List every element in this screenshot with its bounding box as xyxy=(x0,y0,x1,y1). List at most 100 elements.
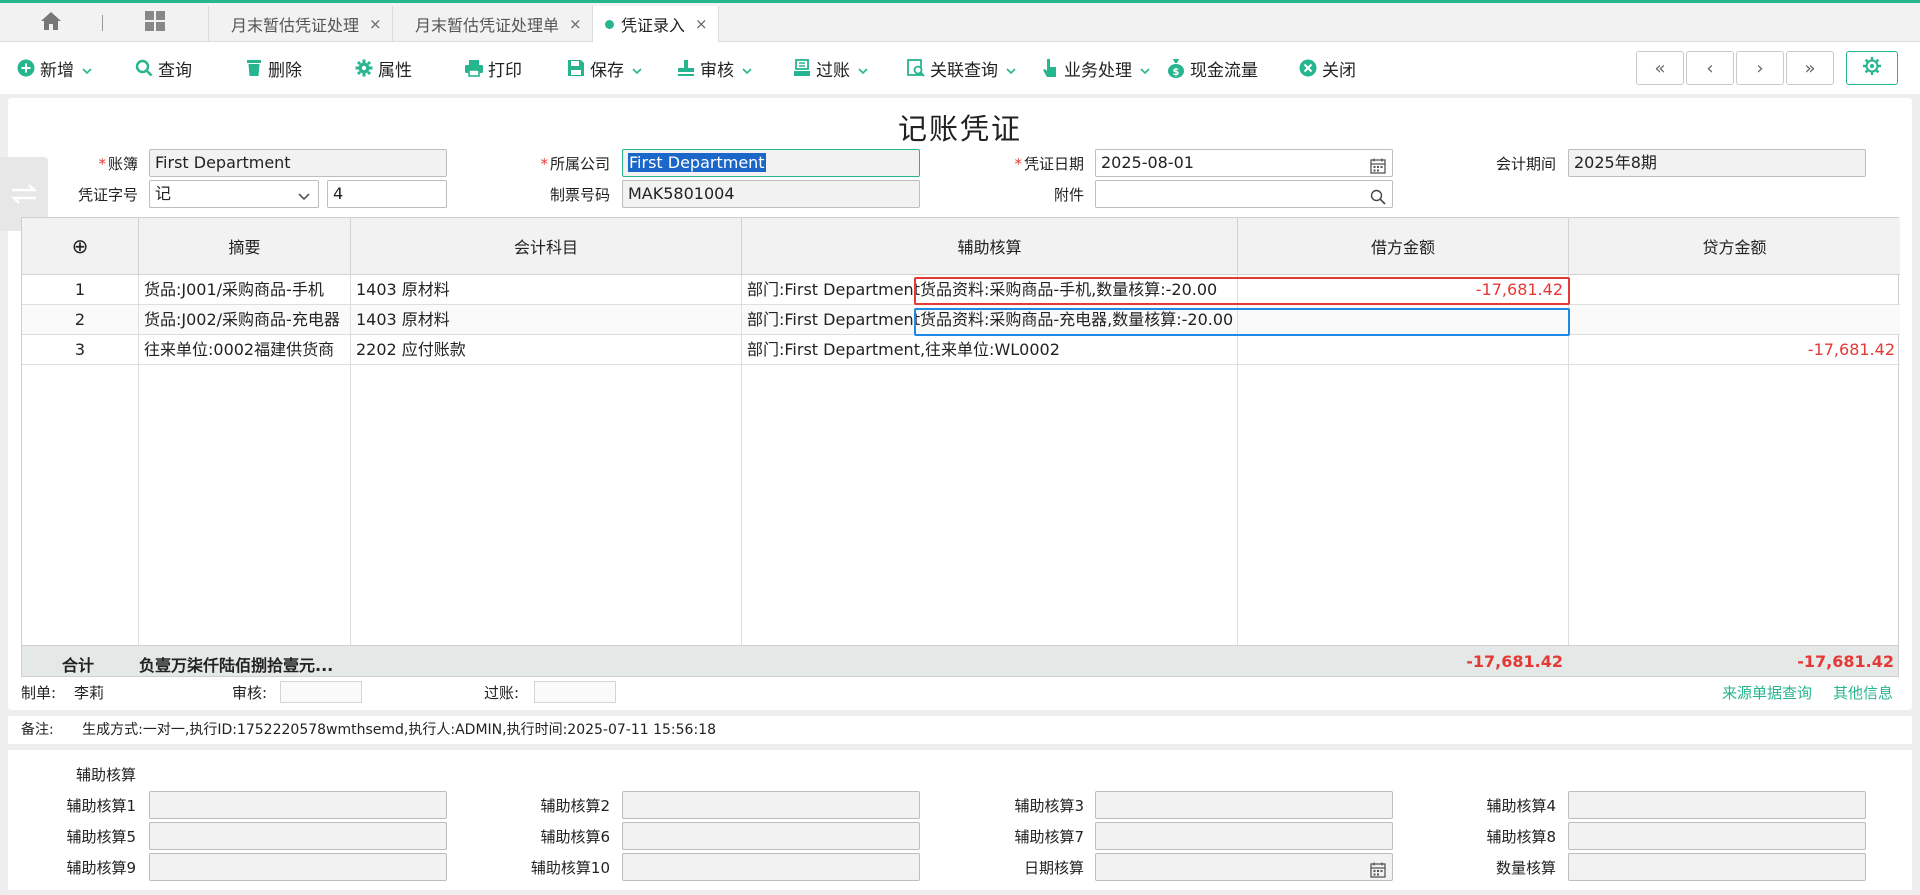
tab-label: 凭证录入 xyxy=(621,16,686,35)
calendar-icon[interactable] xyxy=(1370,156,1386,174)
aux-field-10[interactable] xyxy=(622,853,920,881)
close-icon[interactable]: × xyxy=(695,15,708,33)
voucher-number-field[interactable]: 4 xyxy=(327,180,447,208)
tab-month-end-voucher[interactable]: 月末暂估凭证处理 × xyxy=(208,6,392,42)
close-icon[interactable]: × xyxy=(369,15,382,33)
row-number: 1 xyxy=(22,275,139,305)
header-summary: 摘要 xyxy=(139,218,351,275)
tab-voucher-entry[interactable]: 凭证录入 × xyxy=(592,6,719,42)
aux-field-5[interactable] xyxy=(149,822,447,850)
auxiliary-cell[interactable]: 部门:First Department货品资料:采购商品-充电器,数量核算:-2… xyxy=(742,305,1238,335)
account-cell[interactable]: 1403 原材料 xyxy=(351,275,742,305)
aux-label-9: 辅助核算9 xyxy=(66,859,136,877)
invoice-number-field[interactable]: MAK5801004 xyxy=(622,180,920,208)
chevron-down-icon[interactable] xyxy=(1139,62,1151,75)
money-bag-icon: $ xyxy=(1166,58,1186,78)
search-icon[interactable] xyxy=(1370,187,1386,205)
related-query-button[interactable]: 关联查询 xyxy=(906,54,1017,82)
review-button[interactable]: 审核 xyxy=(676,54,753,82)
calendar-icon[interactable] xyxy=(1370,860,1386,878)
review-label: 审核 xyxy=(700,60,734,81)
query-button[interactable]: 查询 xyxy=(134,54,192,82)
close-label: 关闭 xyxy=(1322,60,1356,81)
voucher-date-field[interactable]: 2025-08-01 xyxy=(1095,149,1393,177)
quantity-accounting-field[interactable] xyxy=(1568,853,1866,881)
aux-label-5: 辅助核算5 xyxy=(66,828,136,846)
company-field[interactable]: First Department xyxy=(622,149,920,177)
business-process-button[interactable]: 业务处理 xyxy=(1040,54,1151,82)
column-divider xyxy=(1568,365,1569,645)
other-info-link[interactable]: 其他信息 xyxy=(1833,682,1893,703)
aux-field-2[interactable] xyxy=(622,791,920,819)
ledger-field[interactable]: First Department xyxy=(149,149,447,177)
home-icon[interactable] xyxy=(30,11,72,37)
gear-icon xyxy=(1862,56,1882,80)
tab-divider xyxy=(102,15,103,31)
aux-label-6: 辅助核算6 xyxy=(540,828,610,846)
debit-cell[interactable]: -17,681.42 xyxy=(1238,275,1569,305)
close-button[interactable]: 关闭 xyxy=(1298,54,1356,82)
nav-last-button[interactable]: » xyxy=(1786,51,1834,85)
add-button[interactable]: 新增 xyxy=(16,54,93,82)
aux-label-8: 辅助核算8 xyxy=(1486,828,1556,846)
account-cell[interactable]: 1403 原材料 xyxy=(351,305,742,335)
date-accounting-field[interactable] xyxy=(1095,853,1393,881)
svg-text:$: $ xyxy=(1173,67,1180,78)
aux-field-9[interactable] xyxy=(149,853,447,881)
chevron-down-icon[interactable] xyxy=(857,62,869,75)
total-in-words: 负壹万柒仟陆佰捌拾壹元... xyxy=(139,656,334,675)
credit-cell[interactable] xyxy=(1569,305,1900,335)
account-cell[interactable]: 2202 应付账款 xyxy=(351,335,742,365)
chevron-down-icon[interactable] xyxy=(1005,62,1017,75)
aux-field-6[interactable] xyxy=(622,822,920,850)
poster-label: 过账: xyxy=(484,684,520,702)
floppy-disk-icon xyxy=(566,58,586,78)
summary-cell[interactable]: 货品:J002/采购商品-充电器 xyxy=(139,305,351,335)
app-grid-icon[interactable] xyxy=(134,11,176,37)
period-field[interactable]: 2025年8期 xyxy=(1568,149,1866,177)
ledger-label: * 账簿 xyxy=(98,155,138,173)
credit-cell[interactable] xyxy=(1569,275,1900,305)
nav-first-button[interactable]: « xyxy=(1636,51,1684,85)
save-button[interactable]: 保存 xyxy=(566,54,643,82)
date-accounting-label: 日期核算 xyxy=(1023,859,1084,877)
add-label: 新增 xyxy=(40,60,74,81)
nav-next-button[interactable]: › xyxy=(1736,51,1784,85)
chevron-down-icon[interactable] xyxy=(81,62,93,75)
maker-label: 制单: xyxy=(21,684,57,702)
summary-cell[interactable]: 货品:J001/采购商品-手机 xyxy=(139,275,351,305)
aux-field-7[interactable] xyxy=(1095,822,1393,850)
properties-button[interactable]: 属性 xyxy=(354,54,412,82)
credit-cell[interactable]: -17,681.42 xyxy=(1569,335,1900,365)
voucher-word-select[interactable]: 记 xyxy=(149,180,319,208)
debit-cell[interactable] xyxy=(1238,305,1569,335)
tab-month-end-voucher-doc[interactable]: 月末暂估凭证处理单 × xyxy=(392,6,592,42)
chevron-down-icon[interactable] xyxy=(631,62,643,75)
aux-dept: 部门:First Department,往来单位:WL0002 xyxy=(747,340,1060,359)
aux-field-3[interactable] xyxy=(1095,791,1393,819)
nav-prev-button[interactable]: ‹ xyxy=(1686,51,1734,85)
auxiliary-cell[interactable]: 部门:First Department货品资料:采购商品-手机,数量核算:-20… xyxy=(742,275,1238,305)
summary-cell[interactable]: 往来单位:0002福建供货商 xyxy=(139,335,351,365)
nav-last-icon: » xyxy=(1804,57,1816,79)
aux-field-1[interactable] xyxy=(149,791,447,819)
add-row-button[interactable]: ⊕ xyxy=(22,218,139,275)
cash-flow-button[interactable]: $ 现金流量 xyxy=(1166,54,1258,82)
close-icon[interactable]: × xyxy=(569,15,582,33)
post-button[interactable]: 过账 xyxy=(792,54,869,82)
save-label: 保存 xyxy=(590,60,624,81)
print-button[interactable]: 打印 xyxy=(464,54,522,82)
delete-button[interactable]: 删除 xyxy=(244,54,302,82)
settings-button[interactable] xyxy=(1846,51,1898,85)
company-value: First Department xyxy=(628,153,766,172)
cash-flow-label: 现金流量 xyxy=(1190,60,1258,81)
chevron-down-icon[interactable] xyxy=(296,187,312,203)
chevron-down-icon[interactable] xyxy=(741,62,753,75)
aux-field-4[interactable] xyxy=(1568,791,1866,819)
debit-cell[interactable] xyxy=(1238,335,1569,365)
attachment-field[interactable] xyxy=(1095,180,1393,208)
aux-field-8[interactable] xyxy=(1568,822,1866,850)
auxiliary-cell[interactable]: 部门:First Department,往来单位:WL0002 xyxy=(742,335,1238,365)
source-document-query-link[interactable]: 来源单据查询 xyxy=(1722,682,1812,703)
post-label: 过账 xyxy=(816,60,850,81)
